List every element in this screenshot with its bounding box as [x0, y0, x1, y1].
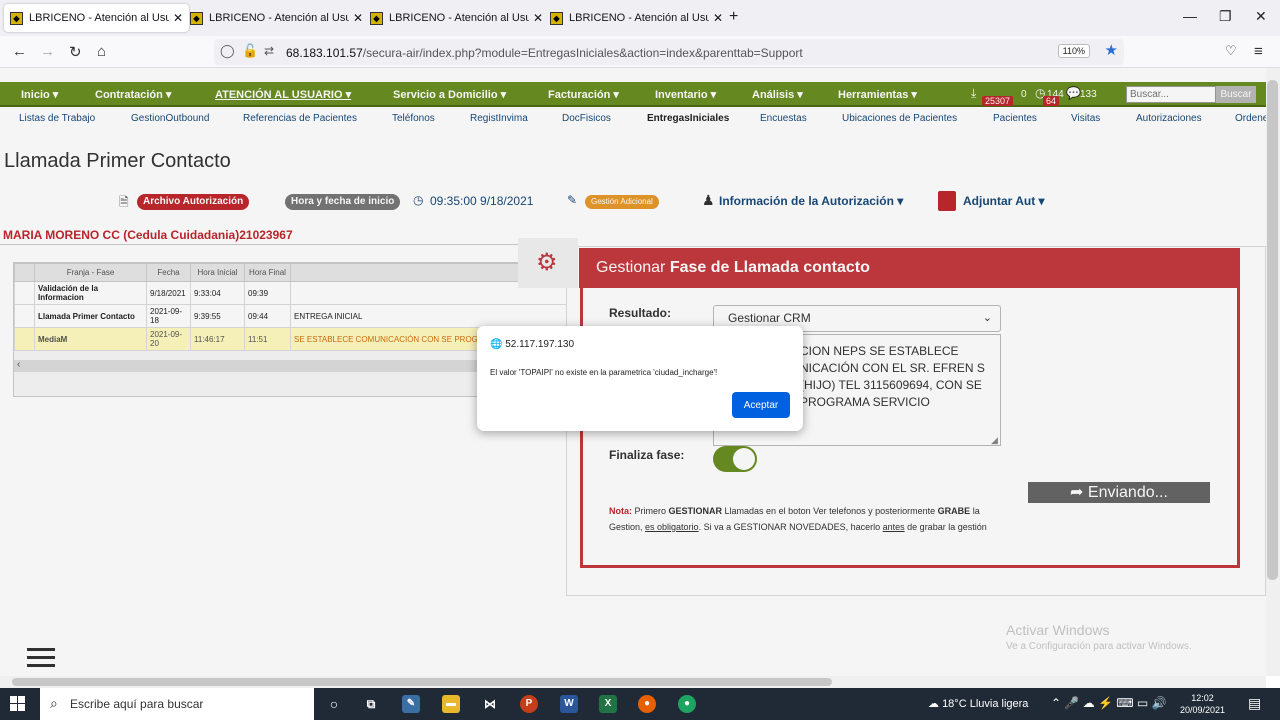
excel-icon[interactable]: X	[599, 695, 617, 713]
browser-tab-2[interactable]: ◆ LBRICENO - Atención al Usuario ✕	[184, 4, 369, 32]
app-favicon-icon: ◆	[10, 11, 23, 25]
close-window-icon[interactable]: ✕	[1255, 8, 1267, 25]
notifications-icon[interactable]: ▤	[1248, 695, 1261, 712]
taskbar-search-placeholder: Escribe aquí para buscar	[70, 697, 204, 711]
browser-tab-1[interactable]: ◆ LBRICENO - Atención al Usuario ✕	[4, 4, 190, 32]
minimize-icon[interactable]: —	[1183, 8, 1197, 24]
vertical-scrollbar-thumb[interactable]	[1267, 80, 1278, 580]
app-icon[interactable]: ✎	[402, 695, 420, 713]
close-tab-icon[interactable]: ✕	[533, 11, 543, 25]
word-icon[interactable]: W	[560, 695, 578, 713]
dialog-message: El valor 'TOPAIPI' no existe en la param…	[490, 368, 718, 377]
app-favicon-icon: ◆	[190, 11, 203, 25]
cortana-icon[interactable]: ○	[325, 695, 343, 713]
bookmark-star-icon[interactable]: ★	[1105, 41, 1118, 59]
url-bar[interactable]: ◯ 🔓 ⇄ 68.183.101.57/secura-air/index.php…	[214, 39, 1124, 65]
pocket-icon[interactable]: ♡	[1225, 43, 1237, 59]
alert-dialog: 🌐 52.117.197.130 El valor 'TOPAIPI' no e…	[477, 326, 803, 431]
back-icon[interactable]: ←	[12, 43, 27, 60]
close-tab-icon[interactable]: ✕	[353, 11, 363, 25]
search-icon: ⌕	[50, 695, 58, 711]
close-tab-icon[interactable]: ✕	[173, 11, 183, 25]
maximize-icon[interactable]: ❐	[1219, 8, 1232, 25]
browser-tab-bar: ◆ LBRICENO - Atención al Usuario ✕ ◆ LBR…	[0, 0, 1280, 36]
file-explorer-icon[interactable]: ▬	[442, 695, 460, 713]
windows-taskbar: ⌕ Escribe aquí para buscar ○ ⧉ ✎ ▬ ⋈ P W…	[0, 688, 1280, 720]
permissions-icon[interactable]: ⇄	[264, 44, 274, 58]
horizontal-scrollbar-thumb[interactable]	[12, 678, 832, 686]
app-favicon-icon: ◆	[550, 11, 563, 25]
task-view-icon[interactable]: ⧉	[362, 695, 380, 713]
app-favicon-icon: ◆	[370, 11, 383, 25]
reload-icon[interactable]: ↻	[69, 43, 82, 61]
chrome-icon[interactable]: ●	[678, 695, 696, 713]
globe-icon: 🌐	[490, 339, 503, 350]
home-icon[interactable]: ⌂	[97, 43, 106, 60]
clock-date: 20/09/2021	[1180, 705, 1226, 715]
windows-start-icon[interactable]	[10, 696, 26, 712]
weather-text: 18°C Lluvia ligera	[942, 698, 1029, 710]
new-tab-button[interactable]: +	[729, 8, 738, 26]
shield-icon[interactable]: ◯	[220, 43, 235, 59]
cloud-icon: ☁	[928, 698, 943, 710]
aceptar-button[interactable]: Aceptar	[732, 392, 790, 418]
weather-widget[interactable]: ☁ 18°C Lluvia ligera	[928, 697, 1028, 710]
taskbar-search[interactable]: ⌕ Escribe aquí para buscar	[40, 688, 314, 720]
browser-tab-3[interactable]: ◆ LBRICENO - Atención al Usuario ✕	[364, 4, 549, 32]
browser-tab-4[interactable]: ◆ LBRICENO - Atención al Usuario ✕	[544, 4, 729, 32]
url-text[interactable]: 68.183.101.57/secura-air/index.php?modul…	[286, 46, 803, 60]
taskbar-clock[interactable]: 12:02 20/09/2021	[1180, 692, 1225, 716]
insecure-lock-icon[interactable]: 🔓	[242, 43, 258, 59]
hamburger-menu-icon[interactable]: ≡	[1254, 43, 1263, 60]
close-tab-icon[interactable]: ✕	[713, 11, 723, 25]
forward-icon[interactable]: →	[40, 43, 55, 60]
system-tray-icons[interactable]: ⌃ 🎤 ☁ ⚡ ⌨ ▭ 🔊	[1051, 696, 1167, 710]
zoom-level[interactable]: 110%	[1057, 44, 1090, 58]
powerpoint-icon[interactable]: P	[520, 695, 538, 713]
dialog-origin: 🌐 52.117.197.130	[490, 339, 575, 350]
browser-nav-bar: ← → ↻ ⌂ ◯ 🔓 ⇄ 68.183.101.57/secura-air/i…	[0, 36, 1280, 68]
clock-time: 12:02	[1191, 693, 1214, 703]
app-icon[interactable]: ⋈	[481, 695, 499, 713]
firefox-icon[interactable]: ●	[638, 695, 656, 713]
